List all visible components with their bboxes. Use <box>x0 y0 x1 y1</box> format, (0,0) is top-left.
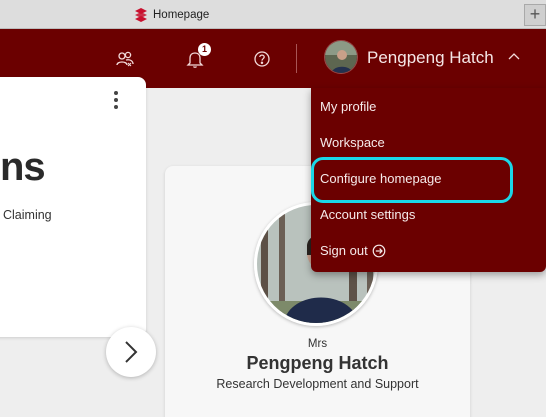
user-menu-dropdown: My profile Workspace Configure homepage … <box>311 88 546 272</box>
user-menu-name[interactable]: Pengpeng Hatch <box>367 48 494 68</box>
app-logo-icon <box>135 8 147 22</box>
profile-department: Research Development and Support <box>216 377 419 391</box>
menu-item-my-profile[interactable]: My profile <box>320 99 376 114</box>
menu-item-sign-out[interactable]: Sign out <box>320 243 386 258</box>
notification-badge: 1 <box>198 43 211 56</box>
menu-item-label: Account settings <box>320 207 416 222</box>
left-card-text: Claiming <box>3 208 52 222</box>
left-card-heading: ns <box>0 145 46 189</box>
menu-item-label: Workspace <box>320 135 385 150</box>
profile-name: Pengpeng Hatch <box>246 353 389 373</box>
menu-item-label: Sign out <box>320 243 368 258</box>
help-icon[interactable] <box>251 48 273 70</box>
header-divider <box>296 44 297 73</box>
menu-item-label: Configure homepage <box>320 171 442 186</box>
profile-salutation: Mrs <box>307 338 328 350</box>
menu-item-workspace[interactable]: Workspace <box>320 135 385 150</box>
chevron-up-icon[interactable] <box>508 52 520 62</box>
new-tab-button[interactable]: + <box>524 4 546 26</box>
browser-tab[interactable]: Homepage <box>133 7 209 23</box>
chevron-right-icon <box>125 341 138 363</box>
browser-tab-bar: Homepage + <box>0 0 546 29</box>
more-options-icon[interactable] <box>112 91 120 111</box>
avatar[interactable] <box>324 40 358 74</box>
people-icon[interactable] <box>114 48 136 70</box>
carousel-next-button[interactable] <box>106 327 156 377</box>
sign-out-icon <box>372 244 386 257</box>
left-card: ns Claiming <box>0 77 146 337</box>
menu-item-configure-homepage[interactable]: Configure homepage <box>320 171 441 186</box>
browser-tab-title: Homepage <box>153 9 210 21</box>
menu-item-account-settings[interactable]: Account settings <box>320 207 415 222</box>
menu-item-label: My profile <box>320 99 377 114</box>
